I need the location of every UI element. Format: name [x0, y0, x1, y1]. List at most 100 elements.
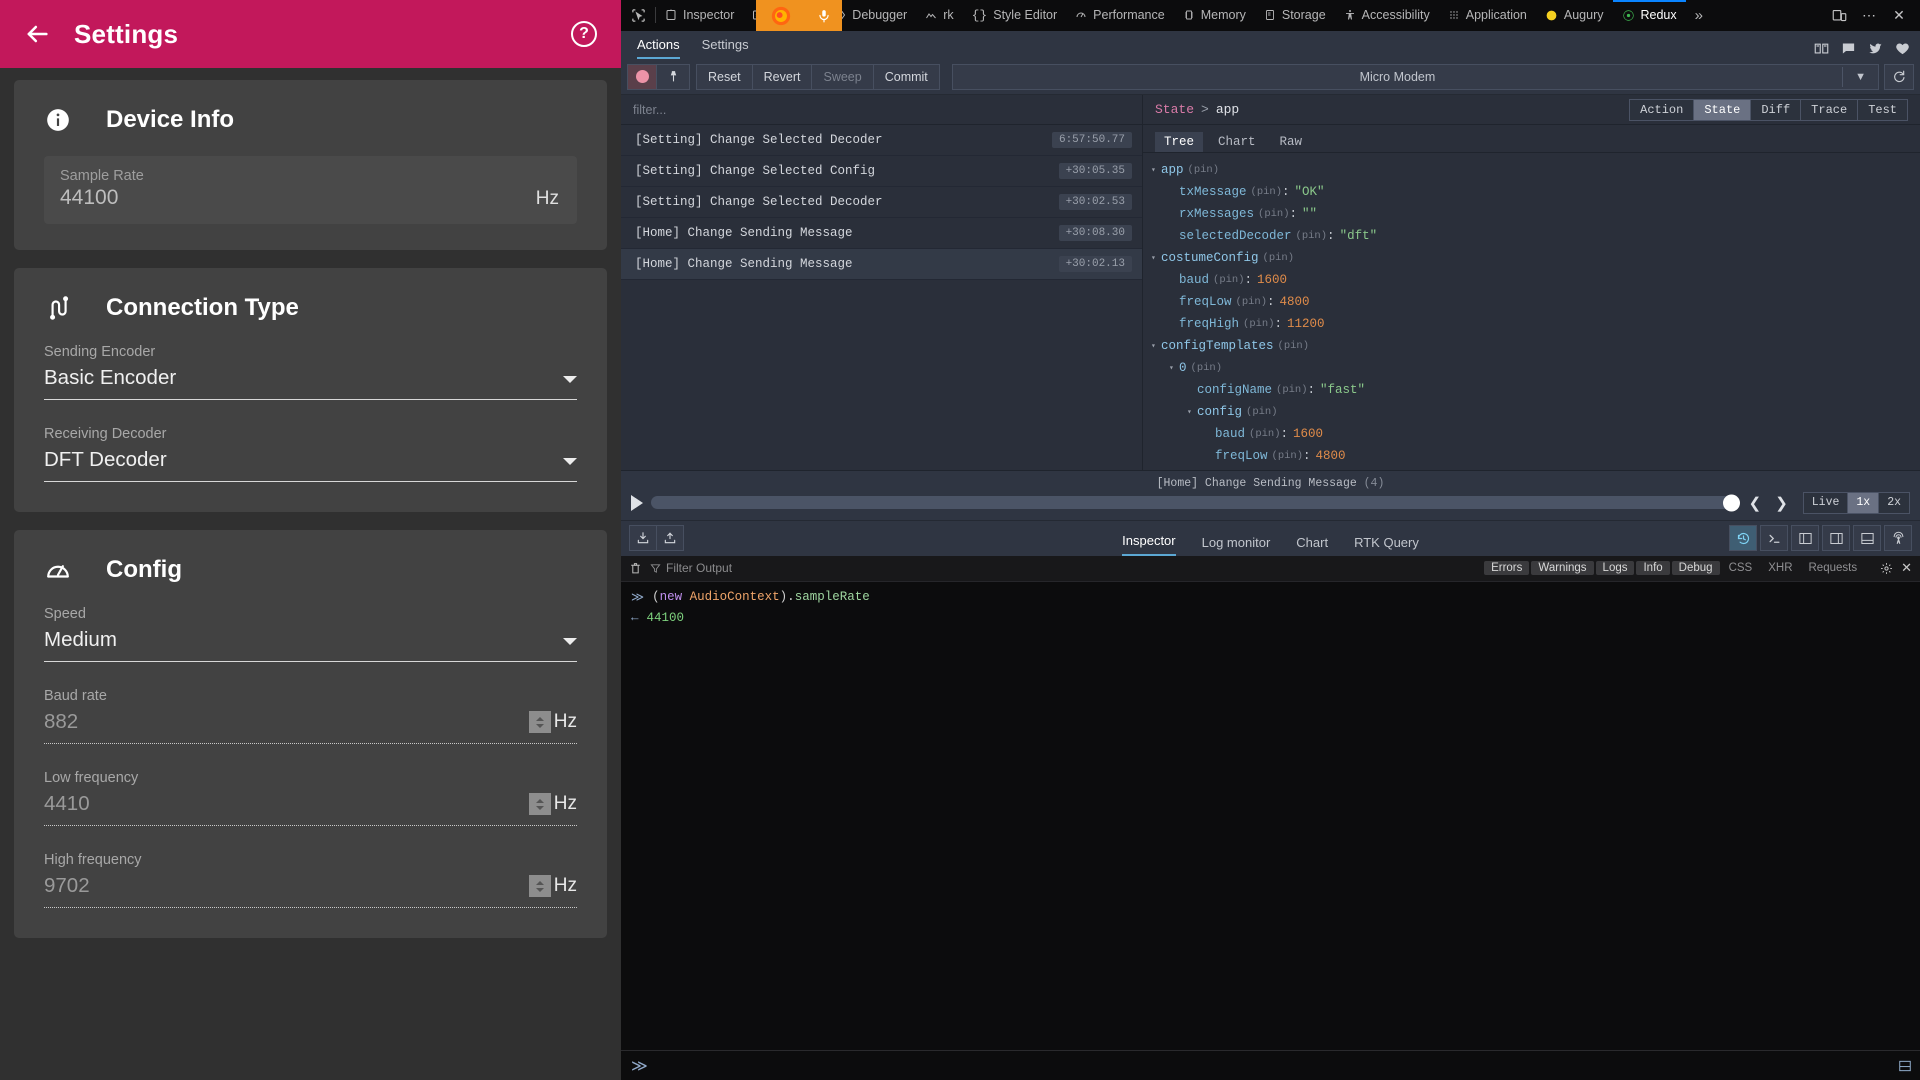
pin-label[interactable]: (pin): [1249, 428, 1281, 440]
time-travel-icon[interactable]: [1729, 525, 1757, 551]
console-filter-requests[interactable]: Requests: [1802, 561, 1865, 575]
pin-label[interactable]: (pin): [1243, 318, 1275, 330]
pin-label[interactable]: (pin): [1272, 450, 1304, 462]
chevron-down-icon[interactable]: [563, 376, 577, 383]
pin-label[interactable]: (pin): [1258, 208, 1290, 220]
export-icon[interactable]: [656, 525, 684, 551]
action-row[interactable]: [Home] Change Sending Message+30:08.30: [621, 218, 1142, 249]
pin-label[interactable]: (pin): [1278, 340, 1310, 352]
trash-icon[interactable]: [629, 562, 642, 575]
chevron-left-icon[interactable]: ❮: [1746, 494, 1765, 512]
twitter-icon[interactable]: [1868, 41, 1883, 56]
state-mode-test[interactable]: Test: [1857, 99, 1908, 121]
tree-collapse-arrow-icon[interactable]: ▾: [1151, 253, 1161, 263]
state-mode-trace[interactable]: Trace: [1800, 99, 1858, 121]
low-frequency-field[interactable]: Low frequency 4410 Hz: [44, 770, 577, 826]
play-icon[interactable]: [631, 495, 643, 511]
state-tree-node[interactable]: configName(pin):"fast": [1151, 379, 1920, 401]
book-icon[interactable]: [1814, 41, 1829, 56]
state-tree-node[interactable]: txMessage(pin):"OK": [1151, 181, 1920, 203]
dock-bottom-icon[interactable]: [1853, 525, 1881, 551]
inspector-tab-inspector[interactable]: Inspector: [1122, 533, 1175, 556]
action-row[interactable]: [Home] Change Sending Message+30:02.13: [621, 249, 1142, 280]
slider-track[interactable]: [651, 496, 1738, 509]
meatball-menu-icon[interactable]: ⋯: [1856, 2, 1882, 28]
low-frequency-stepper[interactable]: [529, 793, 551, 815]
chevron-down-icon[interactable]: [563, 458, 577, 465]
heart-icon[interactable]: [1895, 41, 1910, 56]
baud-rate-stepper[interactable]: [529, 711, 551, 733]
stepper-down-icon[interactable]: [536, 888, 544, 892]
devtools-tab-rk[interactable]: rk: [916, 0, 962, 31]
help-circle-icon[interactable]: ?: [571, 21, 597, 47]
state-tree-node[interactable]: baud(pin):1600: [1151, 423, 1920, 445]
devtools-tab-style-editor[interactable]: {}Style Editor: [963, 0, 1067, 31]
state-view-tree[interactable]: Tree: [1155, 132, 1203, 152]
state-tree-node[interactable]: ▾app(pin): [1151, 159, 1920, 181]
stepper-up-icon[interactable]: [536, 799, 544, 803]
chevron-down-icon[interactable]: [563, 638, 577, 645]
state-mode-diff[interactable]: Diff: [1750, 99, 1801, 121]
pin-label[interactable]: (pin): [1276, 384, 1308, 396]
split-console-icon[interactable]: [1898, 1059, 1912, 1073]
pin-label[interactable]: (pin): [1191, 362, 1223, 374]
chevron-down-icon[interactable]: ▼: [1843, 71, 1878, 83]
pin-label[interactable]: (pin): [1263, 252, 1295, 264]
revert-button[interactable]: Revert: [752, 64, 813, 90]
action-row[interactable]: [Setting] Change Selected Config+30:05.3…: [621, 156, 1142, 187]
chat-icon[interactable]: [1841, 41, 1856, 56]
devtools-tab-accessibility[interactable]: Accessibility: [1335, 0, 1439, 31]
state-mode-action[interactable]: Action: [1629, 99, 1694, 121]
devtools-tab-application[interactable]: Application: [1439, 0, 1536, 31]
redux-tab-settings[interactable]: Settings: [702, 37, 749, 59]
state-tree-node[interactable]: ▾costumeConfig(pin): [1151, 247, 1920, 269]
playback-speed-live[interactable]: Live: [1803, 492, 1849, 514]
stepper-down-icon[interactable]: [536, 806, 544, 810]
console-filter-errors[interactable]: Errors: [1484, 561, 1529, 575]
devtools-tab-storage[interactable]: Storage: [1255, 0, 1335, 31]
state-tree-node[interactable]: freqHigh(pin):11200: [1151, 313, 1920, 335]
stepper-down-icon[interactable]: [536, 724, 544, 728]
devtools-overflow-button[interactable]: »: [1686, 0, 1712, 31]
stepper-up-icon[interactable]: [536, 881, 544, 885]
console-filter-css[interactable]: CSS: [1722, 561, 1760, 575]
close-icon[interactable]: ✕: [1886, 2, 1912, 28]
pin-label[interactable]: (pin): [1213, 274, 1245, 286]
tree-collapse-arrow-icon[interactable]: ▾: [1187, 407, 1197, 417]
instance-selector[interactable]: Micro Modem ▼: [952, 64, 1879, 90]
sending-encoder-field[interactable]: Sending Encoder Basic Encoder: [44, 344, 577, 400]
state-tree-node[interactable]: baud(pin):1600: [1151, 269, 1920, 291]
slider-knob[interactable]: [1723, 494, 1740, 511]
microphone-icon[interactable]: [806, 0, 842, 31]
state-tree-node[interactable]: rxMessages(pin):"": [1151, 203, 1920, 225]
high-frequency-field[interactable]: High frequency 9702 Hz: [44, 852, 577, 908]
console-filter-xhr[interactable]: XHR: [1761, 561, 1799, 575]
stepper-up-icon[interactable]: [536, 717, 544, 721]
baud-rate-field[interactable]: Baud rate 882 Hz: [44, 688, 577, 744]
dock-left-icon[interactable]: [1791, 525, 1819, 551]
commit-button[interactable]: Commit: [873, 64, 940, 90]
gear-icon[interactable]: [1880, 562, 1893, 575]
devtools-tab-redux[interactable]: Redux: [1613, 0, 1686, 31]
devtools-tab-inspector[interactable]: Inspector: [656, 0, 743, 31]
inspector-tab-log-monitor[interactable]: Log monitor: [1202, 535, 1271, 556]
console-filter-info[interactable]: Info: [1636, 561, 1669, 575]
breadcrumb-root[interactable]: State: [1155, 102, 1194, 117]
devtools-tab-memory[interactable]: Memory: [1174, 0, 1255, 31]
redux-tab-actions[interactable]: Actions: [637, 37, 680, 59]
record-icon[interactable]: [627, 64, 657, 90]
dock-right-icon[interactable]: [1822, 525, 1850, 551]
pin-label[interactable]: (pin): [1246, 406, 1278, 418]
receiving-decoder-field[interactable]: Receiving Decoder DFT Decoder: [44, 426, 577, 482]
tree-collapse-arrow-icon[interactable]: ▾: [1151, 165, 1161, 175]
tree-collapse-arrow-icon[interactable]: ▾: [1169, 363, 1179, 373]
tree-collapse-arrow-icon[interactable]: ▾: [1151, 341, 1161, 351]
playback-speed-1x[interactable]: 1x: [1847, 492, 1879, 514]
action-row[interactable]: [Setting] Change Selected Decoder+30:02.…: [621, 187, 1142, 218]
reset-button[interactable]: Reset: [696, 64, 753, 90]
speed-field[interactable]: Speed Medium: [44, 606, 577, 662]
state-tree-node[interactable]: freqLow(pin):4800: [1151, 445, 1920, 467]
console-filter-debug[interactable]: Debug: [1672, 561, 1720, 575]
refresh-icon[interactable]: [1884, 64, 1914, 90]
terminal-icon[interactable]: [1760, 525, 1788, 551]
